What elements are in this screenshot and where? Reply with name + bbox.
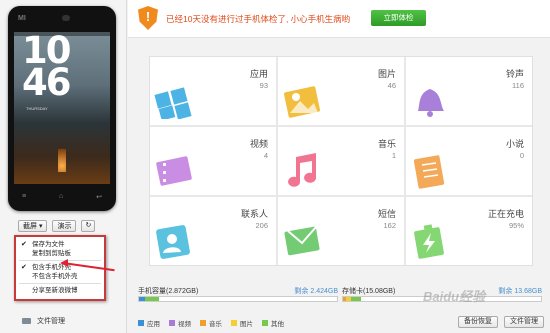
- phone-controls: 截屏 ▾ 演示 ↻: [18, 220, 96, 232]
- tile-apps[interactable]: 应用 93: [150, 57, 276, 125]
- phone-camera: [62, 15, 70, 21]
- legend-label: 其他: [271, 321, 284, 328]
- contacts-icon: [156, 225, 190, 259]
- phone-keys: ≡ ⌂ ↩: [22, 193, 102, 201]
- tile-contacts[interactable]: 联系人 206: [150, 197, 276, 265]
- phone-storage-label: 手机容量(2.872GB): [138, 288, 199, 295]
- refresh-icon[interactable]: ↻: [81, 220, 96, 232]
- tile-label: 正在充电: [487, 209, 524, 219]
- sd-storage-free: 剩余 13.68GB: [498, 288, 542, 295]
- sms-icon: [284, 226, 320, 256]
- tile-ringtones[interactable]: 铃声 116: [406, 57, 532, 125]
- folder-icon: [22, 318, 31, 324]
- swatch: [200, 320, 206, 326]
- home-key-icon: ⌂: [58, 193, 64, 200]
- menu-item-save-file[interactable]: ✔ 保存为文件: [16, 240, 104, 249]
- legend-music: 音乐: [200, 318, 222, 328]
- banner-message: 已经10天没有进行过手机体检了, 小心手机生病哟: [166, 14, 351, 24]
- warning-shield-icon: !: [138, 6, 158, 30]
- menu-key-icon: ≡: [22, 193, 27, 200]
- battery-icon: [414, 224, 444, 259]
- clock-minutes: 46: [22, 61, 71, 104]
- tile-music[interactable]: 音乐 1: [278, 127, 404, 195]
- tile-novels[interactable]: 小说 0: [406, 127, 532, 195]
- legend-apps: 应用: [138, 318, 160, 328]
- sd-storage-label: 存储卡(15.08GB): [342, 288, 396, 295]
- back-key-icon: ↩: [96, 194, 102, 201]
- tile-label: 视频: [249, 139, 268, 149]
- apps-icon: [154, 87, 192, 119]
- tile-label: 应用: [249, 69, 268, 79]
- bell-icon: [418, 89, 444, 117]
- other-segment: [145, 297, 159, 301]
- book-icon: [413, 155, 445, 189]
- tile-videos[interactable]: 视频 4: [150, 127, 276, 195]
- menu-item-label: 复制到剪贴板: [32, 250, 71, 257]
- swatch: [231, 320, 237, 326]
- file-manager-button[interactable]: 文件管理: [504, 316, 544, 328]
- phone-preview: MI 10 46 THURSDAY ≡ ⌂ ↩: [8, 6, 116, 211]
- annotation-arrowhead: [60, 259, 68, 267]
- tile-count: 95%: [508, 221, 524, 230]
- menu-item-label: 分享至新浪微博: [32, 287, 78, 294]
- tile-label: 铃声: [505, 69, 524, 79]
- phone-storage: 手机容量(2.872GB) 剩余 2.424GB: [138, 286, 338, 308]
- phone-screen: 10 46 THURSDAY: [14, 32, 110, 184]
- check-icon: ✔: [21, 241, 27, 248]
- tile-label: 小说: [505, 139, 524, 149]
- phone-storage-bar: [138, 296, 338, 302]
- phone-brand: MI: [18, 15, 26, 22]
- tile-count: 4: [263, 151, 268, 160]
- tile-count: 162: [383, 221, 396, 230]
- swatch: [169, 320, 175, 326]
- menu-item-copy-clipboard[interactable]: 复制到剪贴板: [16, 249, 104, 258]
- menu-divider: [19, 283, 101, 284]
- legend-label: 音乐: [209, 321, 222, 328]
- left-panel: MI 10 46 THURSDAY ≡ ⌂ ↩ 截屏 ▾ 演示 ↻ ✔ 保存为文件…: [0, 0, 127, 333]
- legend-images: 图片: [231, 318, 253, 328]
- legend-label: 视频: [178, 321, 191, 328]
- baidu-watermark: Baidu经验: [423, 289, 486, 304]
- image-icon: [284, 86, 320, 118]
- storage-legend: 应用 视频 音乐 图片 其他: [138, 318, 284, 328]
- menu-item-label: 不包含手机外壳: [32, 273, 78, 280]
- screenshot-button[interactable]: 截屏 ▾: [18, 220, 48, 232]
- legend-videos: 视频: [169, 318, 191, 328]
- category-grid: 应用 93 图片 46 铃声 116 视频 4 音乐 1 小说 0 联系人 20…: [149, 56, 533, 266]
- tile-count: 93: [259, 81, 268, 90]
- menu-item-exclude-shell[interactable]: 不包含手机外壳: [16, 272, 104, 281]
- phone-storage-free: 剩余 2.424GB: [294, 288, 338, 295]
- swatch: [138, 320, 144, 326]
- tile-count: 116: [512, 81, 524, 90]
- other-segment: [351, 297, 361, 301]
- clock-date: THURSDAY: [26, 106, 48, 111]
- tile-count: 46: [387, 81, 396, 90]
- tile-charging[interactable]: 正在充电 95%: [406, 197, 532, 265]
- demo-button[interactable]: 演示: [52, 220, 77, 232]
- swatch: [262, 320, 268, 326]
- wallpaper-lamp: [58, 142, 66, 172]
- tile-images[interactable]: 图片 46: [278, 57, 404, 125]
- legend-label: 图片: [240, 321, 253, 328]
- music-icon: [288, 153, 317, 187]
- legend-other: 其他: [262, 318, 284, 328]
- check-now-button[interactable]: 立即体检: [371, 10, 426, 26]
- check-icon: ✔: [21, 264, 27, 271]
- tile-count: 206: [255, 221, 268, 230]
- menu-item-share-weibo[interactable]: 分享至新浪微博: [16, 286, 104, 295]
- tile-label: 联系人: [240, 209, 268, 219]
- tile-count: 1: [391, 151, 396, 160]
- tile-count: 0: [519, 151, 524, 160]
- tile-label: 音乐: [377, 139, 396, 149]
- menu-item-label: 保存为文件: [32, 241, 65, 248]
- health-check-banner: ! 已经10天没有进行过手机体检了, 小心手机生病哟 立即体检: [128, 0, 550, 38]
- tile-sms[interactable]: 短信 162: [278, 197, 404, 265]
- backup-restore-button[interactable]: 备份恢复: [458, 316, 498, 328]
- sidebar-item-label: 文件管理: [37, 318, 65, 325]
- tile-label: 图片: [377, 69, 396, 79]
- sidebar-item-file-manager[interactable]: 文件管理: [22, 316, 65, 326]
- video-icon: [156, 156, 192, 186]
- tile-label: 短信: [377, 209, 396, 219]
- legend-label: 应用: [147, 321, 160, 328]
